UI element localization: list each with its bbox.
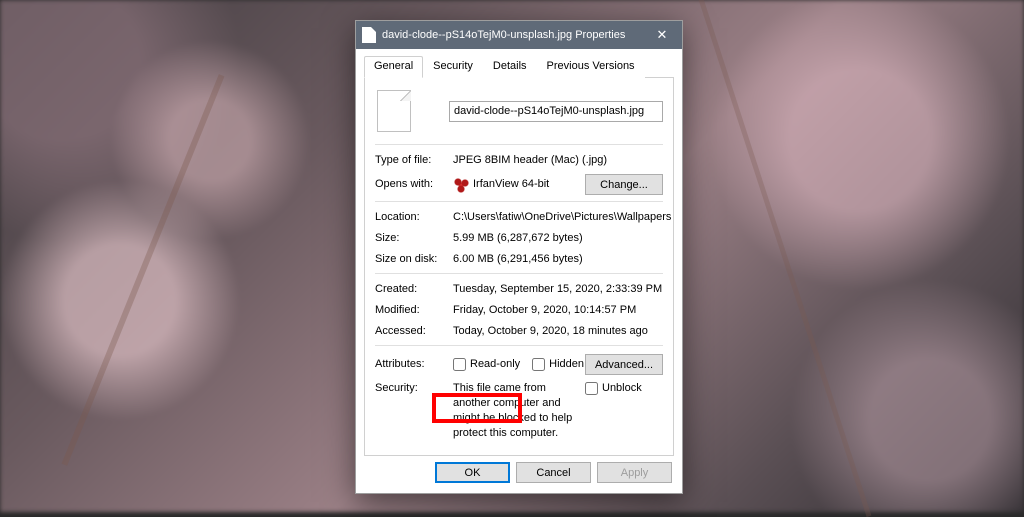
- irfanview-icon: [453, 177, 469, 193]
- label-accessed: Accessed:: [375, 324, 453, 339]
- security-message: This file came from another computer and…: [453, 381, 585, 441]
- tab-details[interactable]: Details: [483, 56, 537, 78]
- value-type: JPEG 8BIM header (Mac) (.jpg): [453, 153, 663, 168]
- label-attributes: Attributes:: [375, 357, 453, 372]
- tab-general[interactable]: General: [364, 56, 423, 78]
- label-type: Type of file:: [375, 153, 453, 168]
- tab-security[interactable]: Security: [423, 56, 483, 78]
- hidden-check-input[interactable]: [532, 358, 545, 371]
- label-size-on-disk: Size on disk:: [375, 252, 453, 267]
- advanced-button[interactable]: Advanced...: [585, 354, 663, 375]
- readonly-checkbox[interactable]: Read-only: [453, 357, 520, 372]
- general-panel: Type of file: JPEG 8BIM header (Mac) (.j…: [364, 78, 674, 456]
- cancel-button[interactable]: Cancel: [516, 462, 591, 483]
- value-modified: Friday, October 9, 2020, 10:14:57 PM: [453, 303, 663, 318]
- label-modified: Modified:: [375, 303, 453, 318]
- hidden-checkbox[interactable]: Hidden: [532, 357, 584, 372]
- label-location: Location:: [375, 210, 453, 225]
- apply-button[interactable]: Apply: [597, 462, 672, 483]
- document-icon: [377, 90, 411, 132]
- ok-button[interactable]: OK: [435, 462, 510, 483]
- unblock-check-input[interactable]: [585, 382, 598, 395]
- tab-previous-versions[interactable]: Previous Versions: [537, 56, 645, 78]
- change-button[interactable]: Change...: [585, 174, 663, 195]
- label-size: Size:: [375, 231, 453, 246]
- label-created: Created:: [375, 282, 453, 297]
- unblock-checkbox[interactable]: Unblock: [585, 381, 642, 396]
- dialog-buttons: OK Cancel Apply: [364, 456, 674, 485]
- value-opens-with: IrfanView 64-bit: [473, 177, 549, 192]
- window-title: david-clode--pS14oTejM0-unsplash.jpg Pro…: [382, 29, 642, 41]
- value-size-on-disk: 6.00 MB (6,291,456 bytes): [453, 252, 663, 267]
- readonly-label: Read-only: [470, 357, 520, 372]
- file-icon: [362, 27, 376, 43]
- properties-dialog: david-clode--pS14oTejM0-unsplash.jpg Pro…: [355, 20, 683, 494]
- tab-strip: General Security Details Previous Versio…: [364, 55, 674, 78]
- label-security: Security:: [375, 381, 453, 396]
- unblock-label: Unblock: [602, 381, 642, 396]
- title-bar[interactable]: david-clode--pS14oTejM0-unsplash.jpg Pro…: [356, 21, 682, 49]
- close-button[interactable]: ✕: [642, 21, 682, 49]
- filename-input[interactable]: [449, 101, 663, 122]
- label-opens-with: Opens with:: [375, 177, 453, 192]
- value-created: Tuesday, September 15, 2020, 2:33:39 PM: [453, 282, 663, 297]
- value-location: C:\Users\fatiw\OneDrive\Pictures\Wallpap…: [453, 210, 671, 225]
- value-accessed: Today, October 9, 2020, 18 minutes ago: [453, 324, 663, 339]
- readonly-check-input[interactable]: [453, 358, 466, 371]
- value-size: 5.99 MB (6,287,672 bytes): [453, 231, 663, 246]
- hidden-label: Hidden: [549, 357, 584, 372]
